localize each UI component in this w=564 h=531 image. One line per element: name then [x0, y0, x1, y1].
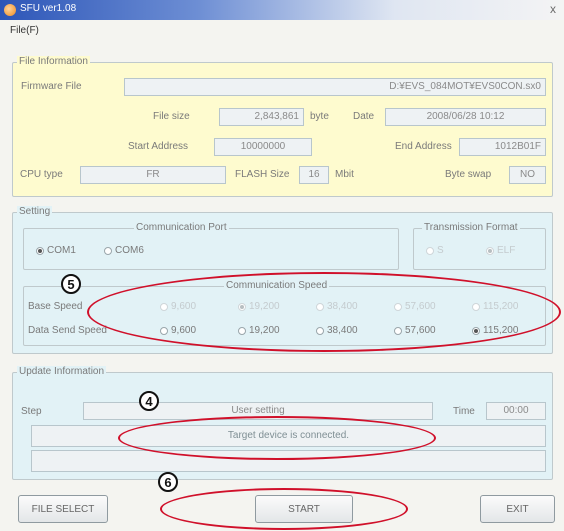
radio-indicator[interactable]	[104, 246, 112, 255]
start-address-label: Start Address	[128, 141, 189, 152]
format-radio-elf[interactable]: ELF	[486, 245, 515, 256]
close-icon[interactable]: x	[550, 2, 556, 16]
title-bar: SFU ver1.08 x	[0, 0, 564, 20]
format-radio-s[interactable]: S	[426, 245, 444, 256]
flash-size-field: 16	[299, 166, 329, 184]
byte-swap-field: NO	[509, 166, 546, 184]
update-information-title: Update Information	[17, 366, 107, 377]
callout-badge-4: 4	[139, 391, 159, 411]
data-send-speed-label: Data Send Speed	[28, 325, 107, 336]
file-size-label: File size	[153, 111, 190, 122]
flash-size-label: FLASH Size	[235, 169, 290, 180]
port-radio-com1[interactable]: COM1	[36, 245, 76, 256]
callout-badge-6: 6	[158, 472, 178, 492]
status-callout-ellipse	[118, 416, 436, 460]
end-address-label: End Address	[395, 141, 452, 152]
format-label-elf: ELF	[497, 245, 516, 256]
date-field: 2008/06/28 10:12	[385, 108, 546, 126]
byte-swap-label: Byte swap	[445, 169, 492, 180]
communication-port-title: Communication Port	[134, 222, 229, 233]
file-select-button[interactable]: FILE SELECT	[18, 495, 108, 523]
file-size-field: 2,843,861	[219, 108, 304, 126]
menu-file[interactable]: File(F)	[10, 25, 39, 36]
format-label-s: S	[437, 245, 444, 256]
base-speed-label: Base Speed	[28, 301, 83, 312]
start-address-field: 10000000	[214, 138, 312, 156]
transmission-format-title: Transmission Format	[422, 222, 520, 233]
flash-size-unit: Mbit	[335, 169, 354, 180]
cpu-type-field: FR	[80, 166, 226, 184]
window-title: SFU ver1.08	[20, 3, 77, 14]
time-field: 00:00	[486, 402, 546, 420]
port-label-com1: COM1	[47, 245, 76, 256]
step-label: Step	[21, 406, 42, 417]
communication-port-group: Communication Port COM1 COM6	[23, 222, 399, 270]
radio-indicator[interactable]	[426, 246, 434, 255]
menu-bar: File(F)	[0, 20, 564, 42]
port-radio-com6[interactable]: COM6	[104, 245, 144, 256]
port-label-com6: COM6	[115, 245, 144, 256]
date-label: Date	[353, 111, 375, 122]
setting-title: Setting	[17, 206, 53, 217]
speed-callout-ellipse	[87, 272, 561, 352]
end-address-field: 1012B01F	[459, 138, 546, 156]
radio-indicator[interactable]	[36, 246, 44, 255]
callout-badge-5: 5	[61, 274, 81, 294]
time-label: Time	[453, 406, 475, 417]
app-icon	[4, 4, 16, 16]
firmware-file-field: D:¥EVS_084MOT¥EVS0CON.sx0	[124, 78, 546, 96]
file-information-title: File Information	[17, 56, 90, 67]
radio-indicator[interactable]	[486, 246, 494, 255]
transmission-format-group: Transmission Format S ELF	[413, 222, 546, 270]
start-callout-ellipse	[160, 488, 408, 530]
cpu-type-label: CPU type	[20, 169, 63, 180]
exit-button[interactable]: EXIT	[480, 495, 555, 523]
firmware-file-label: Firmware File	[21, 81, 82, 92]
file-size-unit: byte	[310, 111, 329, 122]
file-information-group: File Information Firmware File D:¥EVS_08…	[12, 56, 553, 197]
